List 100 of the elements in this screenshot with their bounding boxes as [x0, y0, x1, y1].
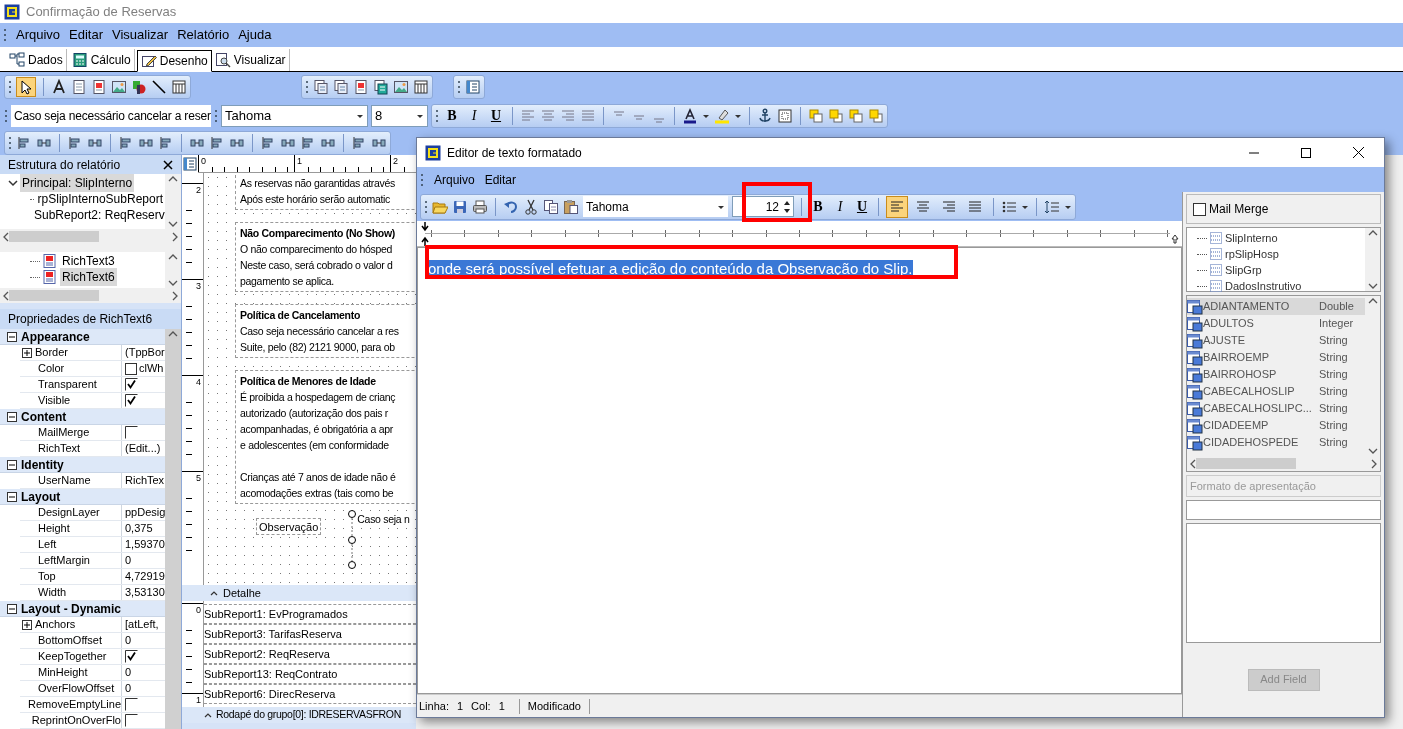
italic-button[interactable]: I — [831, 196, 849, 217]
chevron-down-icon[interactable] — [8, 178, 18, 188]
highlighter-icon[interactable] — [714, 107, 730, 124]
rich-text-icon[interactable] — [353, 79, 369, 95]
maximize-icon[interactable] — [1301, 147, 1311, 158]
expand-icon[interactable] — [22, 347, 32, 358]
anchor-icon[interactable] — [757, 107, 773, 124]
checkbox[interactable] — [125, 714, 138, 727]
band-header[interactable]: Rodapé do grupo[0]: IDRESERVASFRON — [182, 707, 416, 723]
table-icon[interactable] — [413, 79, 429, 95]
menu-item[interactable]: Editar — [69, 25, 104, 45]
font-dropdown[interactable]: Tahoma — [583, 196, 728, 217]
checkbox[interactable] — [125, 698, 138, 711]
layers-icon[interactable] — [808, 107, 824, 124]
underline-button[interactable]: U — [853, 196, 871, 217]
align-icon[interactable] — [67, 135, 83, 151]
paste-icon[interactable] — [563, 198, 579, 215]
font-dropdown[interactable]: Tahoma — [221, 104, 368, 127]
align-icon[interactable] — [158, 135, 174, 151]
text-area[interactable] — [1186, 523, 1381, 643]
line-icon[interactable] — [151, 79, 167, 95]
layers-icon[interactable] — [848, 107, 864, 124]
shapes-icon[interactable] — [131, 79, 147, 95]
italic-button[interactable]: I — [465, 105, 483, 126]
indent-marker-icon[interactable] — [420, 222, 430, 246]
field-row[interactable]: CABECALHOSLIP String — [1187, 383, 1365, 400]
checkbox[interactable] — [125, 426, 138, 439]
tree-item[interactable]: RichText6 — [60, 268, 117, 286]
collapse-icon[interactable] — [7, 331, 17, 342]
ruler-toggle-icon[interactable] — [182, 156, 198, 172]
line-spacing-icon[interactable] — [1044, 198, 1060, 215]
scissors-icon[interactable] — [523, 198, 539, 215]
tab[interactable]: Desenho — [136, 50, 212, 72]
tab[interactable]: Dados — [6, 49, 67, 71]
font-size-field[interactable]: 12 — [732, 196, 794, 217]
field-row[interactable]: ADIANTAMENTO Double — [1187, 298, 1365, 315]
tree-item[interactable]: Principal: SlipInterno — [20, 174, 135, 192]
tree-item[interactable]: rpSlipHosp — [1225, 245, 1279, 263]
format-field[interactable] — [1186, 500, 1381, 520]
expand-icon[interactable] — [22, 619, 32, 630]
tree-item[interactable]: SubReport2: ReqReserv — [32, 206, 165, 224]
align-icon[interactable] — [209, 135, 225, 151]
page-icon[interactable] — [71, 79, 87, 95]
close-icon[interactable] — [1353, 147, 1364, 158]
field-row[interactable]: CABECALHOSLIPC... String — [1187, 400, 1365, 417]
field-row[interactable]: CIDADEHOSPEDE String — [1187, 434, 1365, 451]
tree-item[interactable]: DadosInstrutivo — [1225, 277, 1302, 295]
image-icon[interactable] — [111, 79, 127, 95]
collapse-icon[interactable] — [7, 603, 17, 614]
horizontal-scrollbar[interactable] — [0, 229, 181, 244]
menu-item[interactable]: Ajuda — [238, 25, 272, 45]
text-tool-icon[interactable] — [51, 79, 67, 95]
band-header[interactable]: Detalhe — [182, 585, 416, 601]
calculator-page-icon[interactable] — [373, 79, 389, 95]
close-icon[interactable] — [163, 159, 173, 170]
field-row[interactable]: ADULTOS Integer — [1187, 315, 1365, 332]
vertical-scrollbar[interactable] — [165, 174, 181, 229]
page-stack-icon[interactable] — [333, 79, 349, 95]
checkbox[interactable] — [125, 378, 138, 391]
tab-stop-icon[interactable] — [1171, 234, 1179, 244]
font-size-dropdown[interactable]: 8 — [371, 104, 428, 127]
image-icon[interactable] — [393, 79, 409, 95]
field-row[interactable]: BAIRROEMP String — [1187, 349, 1365, 366]
checkbox[interactable] — [1193, 202, 1206, 216]
menu-item[interactable]: Arquivo — [434, 170, 475, 189]
align-icon[interactable] — [260, 135, 276, 151]
table-icon[interactable] — [171, 79, 187, 95]
tree-item[interactable]: SlipInterno — [1225, 229, 1278, 247]
menu-item[interactable]: Arquivo — [16, 25, 61, 45]
vertical-scrollbar[interactable] — [1365, 228, 1380, 291]
tree-item[interactable]: SlipGrp — [1225, 261, 1262, 279]
align-icon[interactable] — [300, 135, 316, 151]
menu-item[interactable]: Visualizar — [112, 25, 169, 45]
menu-item[interactable]: Relatório — [177, 25, 230, 45]
selection-handles-icon[interactable] — [347, 510, 358, 570]
collapse-icon[interactable] — [7, 491, 17, 502]
tree-item[interactable]: RichText3 — [60, 252, 117, 270]
align-icon[interactable] — [16, 135, 32, 151]
text-field[interactable]: Caso seja necessário cancelar a reser — [11, 104, 211, 127]
checkbox[interactable] — [125, 650, 138, 663]
copy-icon[interactable] — [543, 198, 559, 215]
page-stack-icon[interactable] — [313, 79, 329, 95]
tree-item[interactable]: rpSlipInternoSubReport — [35, 190, 165, 208]
rich-text-icon[interactable] — [91, 79, 107, 95]
align-icon[interactable] — [118, 135, 134, 151]
field-row[interactable]: BAIRROHOSP String — [1187, 366, 1365, 383]
menu-item[interactable]: Editar — [484, 170, 517, 189]
pointer-tool-button[interactable] — [16, 77, 36, 97]
print-icon[interactable] — [472, 198, 488, 215]
save-icon[interactable] — [452, 198, 468, 215]
undo-icon[interactable] — [503, 198, 519, 215]
align-left-button[interactable] — [886, 195, 908, 218]
text-editor[interactable]: onde será possível efetuar a edição do conteúdo da Observação do Slip. — [417, 247, 1182, 694]
underline-button[interactable]: U — [487, 105, 505, 126]
collapse-icon[interactable] — [7, 459, 17, 470]
panel-icon[interactable] — [465, 79, 481, 95]
bold-button[interactable]: B — [443, 105, 461, 126]
horizontal-scrollbar[interactable] — [0, 288, 181, 303]
layers-icon[interactable] — [828, 107, 844, 124]
layers-icon[interactable] — [868, 107, 884, 124]
